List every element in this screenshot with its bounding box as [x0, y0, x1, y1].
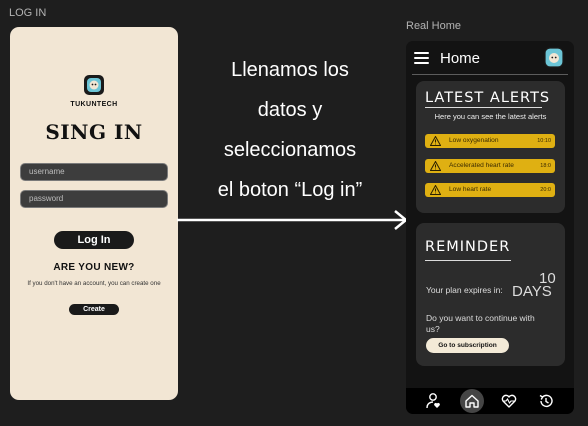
new-user-heading: ARE YOU NEW?	[53, 262, 135, 273]
username-input[interactable]: username	[20, 163, 168, 181]
reminder-title-underline	[425, 260, 511, 261]
alert-item[interactable]: Accelerated heart rate 18:0	[425, 159, 555, 173]
create-account-button[interactable]: Create	[69, 304, 119, 315]
alert-item[interactable]: Low heart rate 20:0	[425, 183, 555, 197]
home-frame-label: Real Home	[406, 20, 462, 32]
reminder-card: REMINDER Your plan expires in: 10 DAYS D…	[416, 223, 565, 366]
page-title: SING IN	[45, 120, 143, 144]
bottom-tab-bar	[406, 388, 574, 414]
home-title: Home	[440, 50, 481, 67]
create-account-hint: If you don't have an account, you can cr…	[27, 280, 161, 287]
home-screen: Home LATEST ALERTS Here you can see the …	[406, 41, 574, 414]
password-input[interactable]: password	[20, 190, 168, 208]
avatar[interactable]	[544, 46, 564, 68]
login-frame-label: LOG IN	[9, 7, 47, 19]
header-divider	[412, 74, 568, 75]
warning-icon	[430, 161, 441, 171]
login-screen: TUKUNTECH SING IN username password Log …	[10, 27, 178, 400]
heart-rate-icon[interactable]	[500, 392, 518, 410]
warning-icon	[430, 136, 441, 146]
profile-heart-icon[interactable]	[425, 392, 443, 410]
alerts-subtitle: Here you can see the latest alerts	[434, 112, 547, 121]
alert-time: 10:10	[537, 138, 551, 144]
alert-label: Accelerated heart rate	[449, 162, 514, 169]
caption-line: el boton “Log in”	[217, 179, 363, 201]
alert-time: 20:0	[540, 187, 551, 193]
alert-item[interactable]: Low oxygenation 10:10	[425, 134, 555, 148]
continue-question: Do you want to continue with us?	[426, 313, 535, 334]
arrow-right-icon	[177, 210, 408, 230]
warning-icon	[430, 185, 441, 195]
alert-label: Low heart rate	[449, 186, 492, 193]
caption-line: seleccionamos	[223, 139, 357, 161]
alert-time: 18:0	[540, 163, 551, 169]
plan-expiry-text: Your plan expires in:	[426, 285, 503, 295]
instruction-caption: Llenamos los datos y seleccionamos el bo…	[192, 50, 388, 210]
alert-label: Low oxygenation	[449, 137, 499, 144]
caption-line: Llenamos los	[231, 59, 349, 81]
reminder-title: REMINDER	[425, 239, 511, 255]
home-icon[interactable]	[463, 392, 481, 410]
alerts-title-underline	[425, 107, 542, 108]
brand-name: TUKUNTECH	[70, 101, 118, 108]
login-button[interactable]: Log In	[54, 231, 134, 249]
history-icon[interactable]	[537, 392, 555, 410]
hamburger-menu-icon[interactable]	[414, 52, 429, 64]
alerts-title: LATEST ALERTS	[425, 90, 551, 106]
caption-line: datos y	[257, 99, 323, 121]
go-to-subscription-button[interactable]: Go to subscription	[426, 338, 509, 353]
plan-days-unit: DAYS	[512, 283, 552, 300]
latest-alerts-card: LATEST ALERTS Here you can see the lates…	[416, 81, 565, 213]
tukuntech-logo-icon	[84, 75, 104, 95]
